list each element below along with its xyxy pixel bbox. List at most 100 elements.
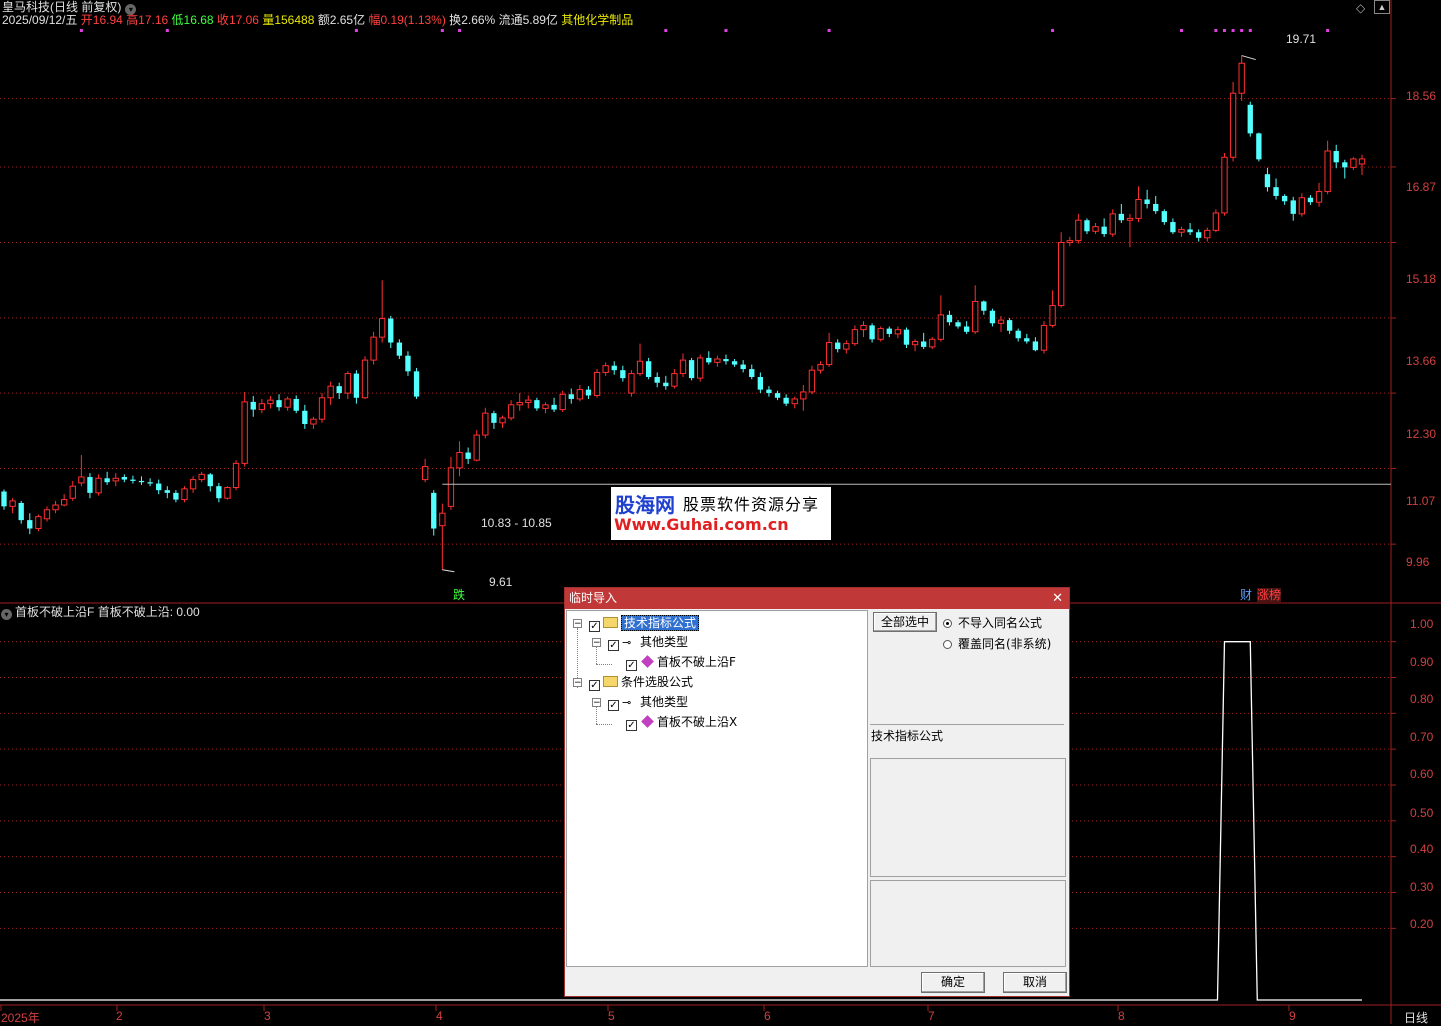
candle-body	[800, 391, 807, 400]
candle-body	[559, 393, 566, 411]
candle-body	[1204, 229, 1211, 239]
candle-body	[749, 369, 755, 377]
stock-title[interactable]: 皇马科技(日线 前复权)	[2, 0, 121, 14]
radio-icon[interactable]	[943, 619, 952, 628]
quote-sector[interactable]: 其他化学制品	[561, 13, 633, 27]
candle-body	[198, 473, 205, 481]
candle-body	[104, 478, 110, 483]
candle-body	[318, 397, 326, 420]
radio-icon[interactable]	[943, 640, 952, 649]
tree-checkbox[interactable]: ✓	[589, 680, 600, 691]
tree-node-other-types[interactable]: ✓ ⊸ 其他类型	[608, 693, 688, 711]
tree-checkbox[interactable]: ✓	[608, 640, 619, 651]
indicator-tick: 0.60	[1410, 767, 1434, 781]
candle-body	[216, 486, 222, 499]
candle-body	[791, 398, 798, 405]
indicator-tick: 0.30	[1410, 880, 1434, 894]
finance-marker[interactable]: 财	[1240, 588, 1252, 602]
candle-body	[955, 322, 961, 327]
tree-expander[interactable]: −	[573, 678, 582, 688]
candle-body	[507, 404, 515, 419]
candle-body	[156, 483, 162, 491]
candle-body	[731, 361, 738, 365]
key-icon: ⊸	[622, 696, 632, 709]
candle-body	[1342, 162, 1348, 168]
candle-body	[766, 389, 772, 394]
watermark-slogan: 股票软件资源分享	[683, 495, 820, 514]
drop-marker[interactable]: 跌	[453, 588, 465, 602]
signal-dot	[1222, 29, 1226, 32]
candle-body	[825, 342, 833, 366]
price-tick: 12.30	[1406, 427, 1437, 441]
candle-body	[491, 413, 497, 423]
x-tick: 7	[928, 1009, 935, 1023]
candle-body	[1307, 197, 1314, 203]
scroll-up-icon[interactable]: ▲	[1374, 0, 1390, 14]
x-tick: 5	[608, 1009, 615, 1023]
candle-body	[516, 401, 523, 406]
dialog-titlebar[interactable]: 临时导入 ✕	[565, 588, 1069, 609]
candle-body	[542, 404, 549, 409]
candle-body	[1247, 104, 1253, 134]
tree-node-indicator-formulas[interactable]: ✓ 技术指标公式	[589, 614, 700, 632]
quote-high: 17.16	[138, 13, 169, 27]
tree-checkbox[interactable]: ✓	[626, 720, 637, 731]
tree-node-label: 首板不破上沿F	[657, 655, 736, 669]
candle-body	[284, 398, 291, 408]
close-icon[interactable]: ✕	[1052, 588, 1063, 609]
candle-body	[963, 326, 970, 332]
candle-body	[112, 477, 119, 482]
tree-node-screen-formulas[interactable]: ✓ 条件选股公式	[589, 673, 693, 691]
indicator-name[interactable]: 首板不破上沿F	[15, 605, 94, 619]
tree-checkbox[interactable]: ✓	[589, 621, 600, 632]
chevron-down-icon[interactable]: ▾	[1, 609, 12, 620]
tree-checkbox[interactable]: ✓	[626, 660, 637, 671]
candle-body	[1350, 158, 1357, 168]
watermark-banner: 股海网 股票软件资源分享 Www.Guhai.com.cn	[611, 487, 831, 540]
tree-node-formula-x[interactable]: ✓ 首板不破上沿X	[626, 713, 737, 731]
select-all-button[interactable]: 全部选中	[873, 612, 937, 632]
tree-expander[interactable]: −	[592, 698, 601, 708]
option-overwrite-radio[interactable]: 覆盖同名(非系统)	[943, 635, 1051, 652]
signal-dot	[440, 29, 444, 32]
tree-node-formula-f[interactable]: ✓ 首板不破上沿F	[626, 653, 736, 671]
high-marker-label: 19.71	[1286, 32, 1317, 46]
price-tick: 15.18	[1406, 272, 1437, 286]
tree-connector	[596, 646, 597, 664]
candle-body	[431, 492, 437, 529]
candle-body	[714, 358, 721, 363]
candle-body	[1229, 92, 1237, 158]
tree-node-other-types[interactable]: ✓ ⊸ 其他类型	[608, 633, 688, 651]
indicator-header[interactable]: ▾ 首板不破上沿F 首板不破上沿: 0.00	[1, 605, 200, 620]
tree-expander[interactable]: −	[592, 638, 601, 648]
cancel-button[interactable]: 取消	[1003, 972, 1067, 993]
candle-body	[250, 401, 256, 410]
info-label: 技术指标公式	[871, 729, 944, 743]
signal-dot	[458, 29, 462, 32]
tree-checkbox[interactable]: ✓	[608, 700, 619, 711]
ok-button[interactable]: 确定	[921, 972, 985, 993]
candle-body	[1040, 324, 1048, 351]
limit-up-marker[interactable]: 涨榜	[1257, 588, 1282, 602]
period-label[interactable]: 日线	[1404, 1009, 1428, 1026]
candle-body	[473, 434, 480, 461]
candle-body	[671, 373, 678, 387]
candle-body	[808, 369, 816, 393]
indicator-tick: 0.20	[1410, 917, 1434, 931]
candle-body	[568, 394, 574, 399]
candle-body	[276, 400, 282, 408]
diamond-icon[interactable]: ◇	[1356, 1, 1365, 15]
signal-dot	[827, 29, 831, 32]
formula-tree[interactable]: − ✓ 技术指标公式 − ✓ ⊸ 其他类型 ✓ 首板不破上沿F − ✓ 条件选股公式 − …	[566, 610, 868, 967]
tree-expander[interactable]: −	[573, 619, 582, 629]
candle-body	[173, 492, 179, 500]
candle-body	[207, 474, 213, 487]
indicator-tick: 0.90	[1410, 655, 1434, 669]
candle-body	[95, 477, 102, 494]
option-skip-radio[interactable]: 不导入同名公式	[943, 614, 1042, 631]
candle-body	[929, 338, 936, 348]
candle-body	[1126, 217, 1134, 221]
quote-open: 16.94	[92, 13, 123, 27]
candle-body	[989, 310, 996, 324]
quote-line: 2025/09/12/五 开16.94 高17.16 低16.68 收17.06…	[2, 13, 634, 27]
